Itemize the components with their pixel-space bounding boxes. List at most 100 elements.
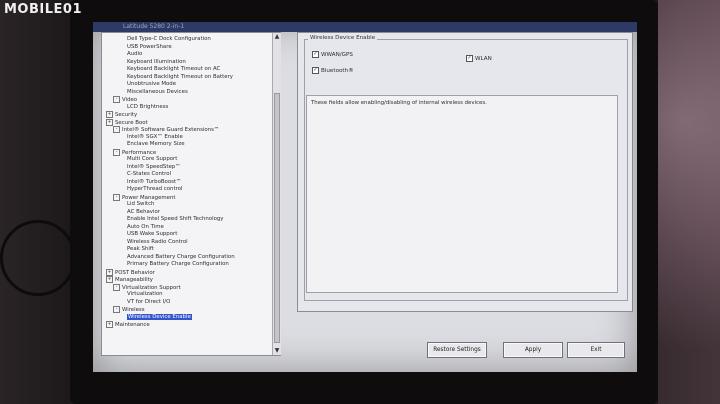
- tree-item-label: USB PowerShare: [127, 43, 172, 50]
- collapse-icon[interactable]: -: [113, 96, 120, 103]
- scroll-up-icon[interactable]: ▲: [273, 33, 281, 41]
- tree-item[interactable]: VT for Direct I/O: [127, 299, 170, 306]
- tree-item-label: Virtualization Support: [122, 284, 181, 291]
- collapse-icon[interactable]: -: [113, 148, 120, 156]
- window-title: Latitude 5280 2-in-1: [123, 23, 185, 30]
- tree-item[interactable]: HyperThread control: [127, 186, 182, 193]
- tree-item[interactable]: C-States Control: [127, 171, 171, 178]
- tree-item-label: Wireless Radio Control: [127, 238, 188, 245]
- expand-icon[interactable]: +: [106, 118, 113, 126]
- tree-item-label: Lid Switch: [127, 201, 155, 207]
- tree-item-label: Intel® TurboBoost™: [127, 178, 182, 185]
- scroll-down-icon[interactable]: ▼: [273, 347, 281, 355]
- tree-item[interactable]: Miscellaneous Devices: [127, 89, 188, 96]
- tree-item-label: Intel® Software Guard Extensions™: [122, 127, 220, 133]
- tree-item[interactable]: Multi Core Support: [127, 156, 177, 163]
- tree-item-label: Video: [122, 97, 138, 103]
- tree-item-label: C-States Control: [127, 171, 171, 177]
- scroll-thumb[interactable]: [274, 93, 280, 343]
- tree-item[interactable]: Dell Type-C Dock Configuration: [127, 36, 211, 43]
- bios-screen: Latitude 5280 2-in-1 ▲ ▼ Dell Type-C Doc…: [93, 22, 637, 372]
- check-icon: ✓: [312, 51, 319, 58]
- collapse-icon[interactable]: -: [113, 306, 120, 313]
- tree-item-label: Multi Core Support: [127, 156, 178, 162]
- tree-item-label: AC Behavior: [127, 208, 161, 215]
- pink-fabric: [658, 0, 720, 404]
- tree-item[interactable]: Keyboard Backlight Timeout on AC: [127, 66, 220, 73]
- tree-item-label: Peak Shift: [127, 246, 154, 252]
- checkbox-label: Bluetooth®: [321, 68, 354, 74]
- settings-tree[interactable]: ▲ ▼ Dell Type-C Dock Configuration USB Po…: [101, 32, 281, 356]
- tree-item-label: Power Management: [122, 194, 176, 201]
- tree-item[interactable]: USB Wake Support: [127, 231, 177, 238]
- tree-item[interactable]: Lid Switch: [127, 201, 154, 208]
- wwan-gps-checkbox[interactable]: ✓ WWAN/GPS: [312, 51, 353, 58]
- apply-button[interactable]: Apply: [503, 342, 563, 358]
- tree-item-label: Unobtrusive Mode: [127, 81, 177, 87]
- tree-item-label: Audio: [127, 51, 143, 57]
- tree-item[interactable]: Enable Intel Speed Shift Technology: [127, 216, 224, 223]
- tree-item[interactable]: Intel® SpeedStep™: [127, 164, 181, 171]
- tree-item-label: Keyboard Backlight Timeout on Battery: [127, 73, 233, 80]
- tree-item[interactable]: Wireless Device Enable: [127, 313, 192, 321]
- restore-settings-button[interactable]: Restore Settings: [427, 342, 487, 358]
- tree-item[interactable]: + Maintenance: [106, 321, 150, 329]
- expand-icon[interactable]: +: [106, 276, 113, 283]
- description-text: These fields allow enabling/disabling of…: [311, 100, 487, 106]
- tree-item[interactable]: Intel® TurboBoost™: [127, 179, 181, 186]
- collapse-icon[interactable]: -: [113, 126, 120, 133]
- tree-item[interactable]: Auto On Time: [127, 224, 164, 231]
- tree-item[interactable]: Wireless Radio Control: [127, 239, 188, 246]
- tree-item-label: HyperThread control: [127, 186, 183, 192]
- tree-item-label: POST Behavior: [115, 269, 155, 276]
- tree-item-label: Advanced Battery Charge Configuration: [127, 253, 235, 260]
- tree-scrollbar[interactable]: ▲ ▼: [272, 33, 281, 355]
- settings-panel: Wireless Device Enable ✓ WWAN/GPS ✓ WLAN ✓…: [297, 32, 633, 312]
- tree-item[interactable]: Keyboard Backlight Timeout on Battery: [127, 74, 233, 81]
- tree-item[interactable]: Intel® SGX™ Enable: [127, 134, 183, 141]
- tree-item-label: Intel® SpeedStep™: [127, 163, 181, 170]
- tree-item[interactable]: Virtualization: [127, 291, 163, 298]
- expand-icon[interactable]: +: [106, 268, 113, 276]
- tree-item-label: Wireless Device Enable: [127, 313, 192, 320]
- tree-item[interactable]: AC Behavior: [127, 209, 160, 216]
- tree-item-label: Keyboard Illumination: [127, 58, 186, 65]
- tree-item[interactable]: Audio: [127, 51, 142, 58]
- checkbox-label: WLAN: [475, 56, 492, 62]
- wlan-checkbox[interactable]: ✓ WLAN: [466, 55, 492, 62]
- collapse-icon[interactable]: -: [113, 283, 120, 291]
- tree-item[interactable]: Primary Battery Charge Configuration: [127, 261, 229, 268]
- title-bar: Latitude 5280 2-in-1: [93, 22, 637, 32]
- tree-item-label: Maintenance: [115, 322, 150, 328]
- tree-item[interactable]: Advanced Battery Charge Configuration: [127, 254, 235, 261]
- tree-item-label: Security: [115, 112, 138, 118]
- expand-icon[interactable]: +: [106, 111, 113, 118]
- collapse-icon[interactable]: -: [113, 193, 120, 201]
- expand-icon[interactable]: +: [106, 321, 113, 328]
- description-box: These fields allow enabling/disabling of…: [306, 95, 618, 293]
- tree-item-label: Keyboard Backlight Timeout on AC: [127, 66, 221, 72]
- tree-item-label: USB Wake Support: [127, 231, 178, 237]
- tree-item[interactable]: Keyboard Illumination: [127, 59, 186, 66]
- group-title: Wireless Device Enable: [308, 35, 378, 41]
- tree-item-label: Primary Battery Charge Configuration: [127, 261, 229, 267]
- tree-item-label: Virtualization: [127, 291, 163, 297]
- tree-item-label: Performance: [122, 149, 157, 156]
- tree-item-label: Manageability: [115, 277, 153, 283]
- tree-item[interactable]: Enclave Memory Size: [127, 141, 185, 148]
- tree-item[interactable]: Unobtrusive Mode: [127, 81, 176, 88]
- tree-item-label: Dell Type-C Dock Configuration: [127, 36, 211, 42]
- tree-item-label: Secure Boot: [115, 119, 148, 126]
- tree-item[interactable]: Peak Shift: [127, 246, 154, 253]
- tree-item-label: VT for Direct I/O: [127, 298, 171, 305]
- checkbox-label: WWAN/GPS: [321, 52, 353, 58]
- check-icon: ✓: [466, 55, 473, 62]
- exit-button[interactable]: Exit: [567, 342, 625, 358]
- watermark-logo: MOBILE01: [4, 2, 82, 17]
- tree-item[interactable]: USB PowerShare: [127, 44, 172, 51]
- bluetooth-checkbox[interactable]: ✓ Bluetooth®: [312, 67, 354, 74]
- tree-item-label: Enclave Memory Size: [127, 141, 185, 147]
- tree-item[interactable]: LCD Brightness: [127, 104, 168, 111]
- tree-item-label: Enable Intel Speed Shift Technology: [127, 216, 224, 222]
- cable: [0, 220, 76, 296]
